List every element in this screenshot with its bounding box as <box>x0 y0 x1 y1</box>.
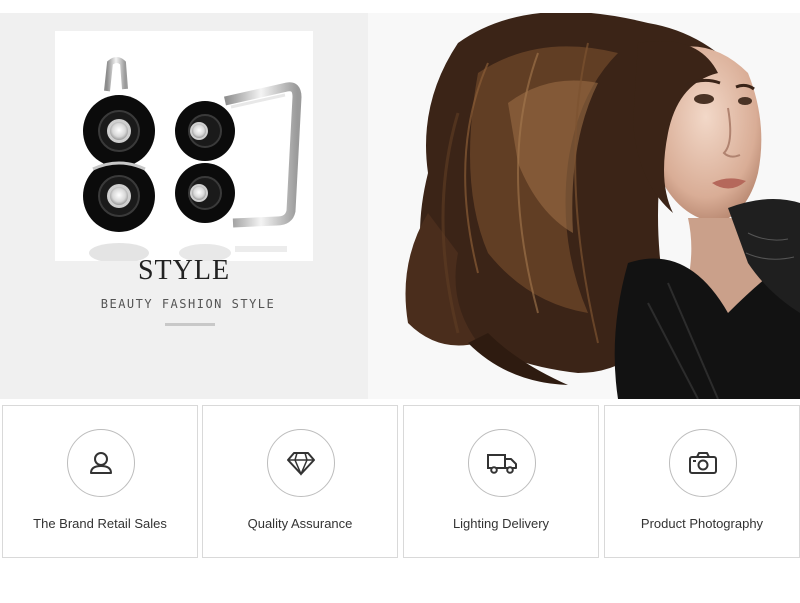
feature-label: The Brand Retail Sales <box>33 516 167 531</box>
feature-card-retail[interactable]: The Brand Retail Sales <box>2 405 198 558</box>
model-photo[interactable] <box>368 13 800 399</box>
hero-banner: STYLE BEAUTY FASHION STYLE <box>0 13 800 399</box>
product-panel: STYLE BEAUTY FASHION STYLE <box>0 13 368 399</box>
banner-subtitle: BEAUTY FASHION STYLE <box>100 297 276 311</box>
camera-icon <box>689 452 717 474</box>
user-icon-circle <box>67 429 135 497</box>
truck-icon-circle <box>468 429 536 497</box>
feature-card-photography[interactable]: Product Photography <box>604 405 800 558</box>
feature-label: Quality Assurance <box>247 516 353 531</box>
diamond-icon-circle <box>267 429 335 497</box>
feature-card-delivery[interactable]: Lighting Delivery <box>403 405 599 558</box>
banner-title: STYLE <box>137 255 231 286</box>
user-icon <box>90 452 112 474</box>
feature-label: Product Photography <box>640 516 764 531</box>
earrings-product-image[interactable] <box>55 31 313 261</box>
truck-icon <box>487 454 517 474</box>
feature-row: The Brand Retail Sales Quality Assurance… <box>0 405 800 558</box>
feature-label: Lighting Delivery <box>452 516 550 531</box>
feature-card-quality[interactable]: Quality Assurance <box>202 405 398 558</box>
diamond-icon <box>287 452 315 476</box>
title-divider <box>165 323 215 326</box>
camera-icon-circle <box>669 429 737 497</box>
